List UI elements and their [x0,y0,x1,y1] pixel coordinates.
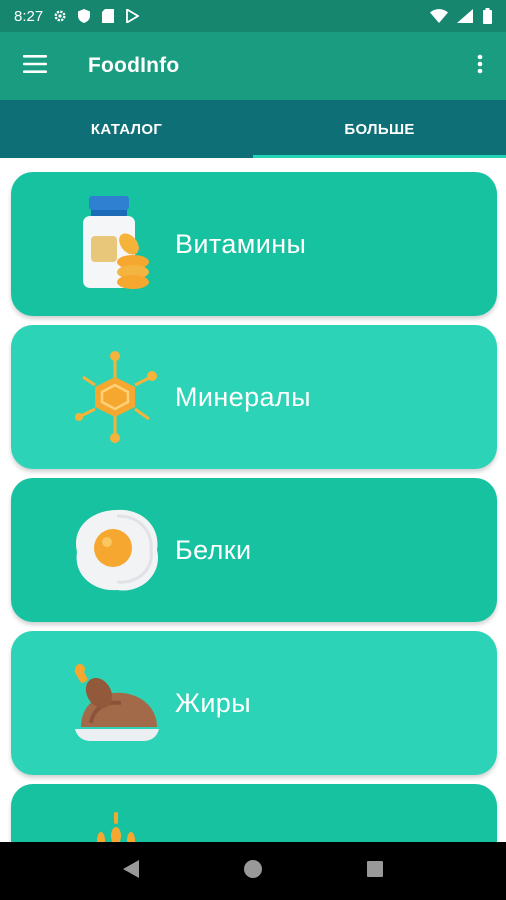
recents-square-icon [366,860,384,883]
overflow-menu-button[interactable] [454,32,506,100]
category-list[interactable]: Витамины Минералы Белки Жиры [0,158,506,842]
category-label: Витамины [175,228,307,259]
home-button[interactable] [233,851,273,891]
more-vert-icon [477,54,483,79]
status-right [430,8,492,24]
app-title: FoodInfo [88,54,180,77]
back-triangle-icon [122,859,140,884]
shield-icon [77,9,91,23]
tab-catalog[interactable]: КАТАЛОГ [0,100,253,158]
tab-bar: КАТАЛОГ БОЛЬШЕ [0,100,506,158]
category-card-proteins[interactable]: Белки [11,478,497,622]
tab-more[interactable]: БОЛЬШЕ [253,100,506,158]
category-label: Жиры [175,687,252,718]
battery-icon [482,8,492,24]
category-label: Минералы [175,381,311,412]
status-bar: 8:27 [0,0,506,32]
sd-card-icon [101,9,115,23]
play-store-icon [125,9,139,23]
settings-icon [53,9,67,23]
status-left: 8:27 [14,8,139,25]
app-bar: FoodInfo [0,32,506,100]
status-time: 8:27 [14,7,44,25]
menu-button[interactable] [0,32,70,100]
category-label: Белки [175,534,252,565]
signal-icon [457,9,473,23]
hamburger-menu-icon [23,54,47,78]
molecule-icon [67,347,167,447]
category-card-vitamins[interactable]: Витамины [11,172,497,316]
tab-more-label: БОЛЬШЕ [344,120,415,138]
category-card-minerals[interactable]: Минералы [11,325,497,469]
recents-button[interactable] [355,851,395,891]
tab-catalog-label: КАТАЛОГ [90,120,163,138]
fried-egg-icon [67,500,167,600]
wheat-icon [67,806,167,842]
category-card-fats[interactable]: Жиры [11,631,497,775]
wifi-icon [430,9,448,23]
roast-chicken-icon [67,653,167,753]
category-card-carbs[interactable] [11,784,497,842]
system-nav-bar [0,842,506,900]
home-circle-icon [243,859,263,884]
back-button[interactable] [111,851,151,891]
vitamin-jar-icon [67,194,167,294]
